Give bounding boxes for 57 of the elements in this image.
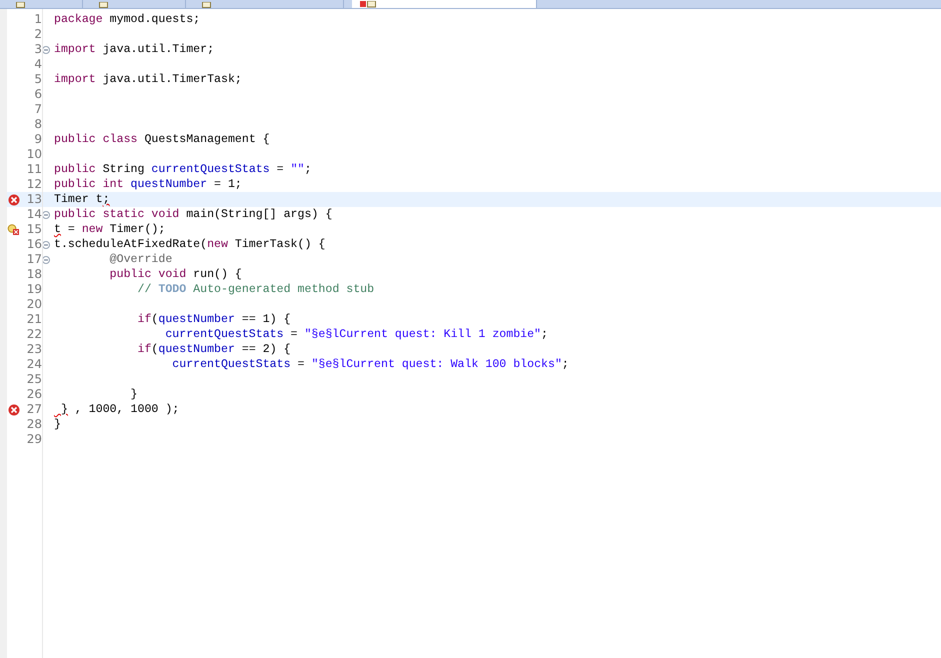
line-number: 24 bbox=[26, 357, 42, 372]
line-number: 21 bbox=[26, 312, 42, 327]
line-number: 1 bbox=[34, 12, 42, 27]
code-line: t.scheduleAtFixedRate(new TimerTask() { bbox=[53, 237, 326, 252]
code-line: t = new Timer(); bbox=[53, 222, 166, 237]
line-number: 7 bbox=[34, 102, 42, 117]
line-number: 2 bbox=[34, 27, 42, 42]
line-number: 12 bbox=[26, 177, 42, 192]
line-number: 22 bbox=[26, 327, 42, 342]
line-number: 16 bbox=[26, 237, 42, 252]
line-number: 3 bbox=[34, 42, 42, 57]
line-number: 4 bbox=[34, 57, 42, 72]
code-line: // TODO Auto-generated method stub bbox=[136, 282, 374, 297]
line-number: 11 bbox=[26, 162, 42, 177]
code-line: currentQuestStats = "§e§lCurrent quest: Kill 1 zombie"; bbox=[164, 327, 548, 342]
error-icon bbox=[8, 404, 20, 416]
code-line: if(questNumber == 2) { bbox=[136, 342, 291, 357]
code-line: Timer t; bbox=[53, 192, 110, 207]
line-number: 6 bbox=[34, 87, 42, 102]
editor-tab[interactable] bbox=[352, 0, 537, 8]
code-line: import java.util.Timer; bbox=[53, 42, 214, 57]
line-number: 15 bbox=[26, 222, 42, 237]
line-number: 28 bbox=[26, 417, 42, 432]
line-number: 5 bbox=[34, 72, 42, 87]
line-number: 13 bbox=[26, 192, 42, 207]
code-line: if(questNumber == 1) { bbox=[136, 312, 291, 327]
line-number: 10 bbox=[26, 147, 42, 162]
line-number: 14 bbox=[26, 207, 42, 222]
code-line: public int questNumber = 1; bbox=[53, 177, 242, 192]
line-number: 26 bbox=[26, 387, 42, 402]
code-line: } , 1000, 1000 ); bbox=[60, 402, 180, 417]
line-number: 18 bbox=[26, 267, 42, 282]
code-line: public String currentQuestStats = ""; bbox=[53, 162, 312, 177]
line-number: 8 bbox=[34, 117, 42, 132]
file-icon bbox=[202, 2, 211, 8]
code-line: package mymod.quests; bbox=[53, 12, 200, 27]
code-line: import java.util.TimerTask; bbox=[53, 72, 242, 87]
line-number: 29 bbox=[26, 432, 42, 447]
code-line: public class QuestsManagement { bbox=[53, 132, 270, 147]
line-number: 19 bbox=[26, 282, 42, 297]
line-number: 27 bbox=[26, 402, 42, 417]
code-line: } bbox=[130, 387, 138, 402]
file-icon bbox=[16, 2, 25, 8]
line-number: 9 bbox=[34, 132, 42, 147]
code-line: currentQuestStats = "§e§lCurrent quest: Walk 100 blocks"; bbox=[171, 357, 569, 372]
error-file-icon bbox=[360, 1, 376, 8]
lightbulb-error-icon bbox=[7, 224, 20, 236]
line-number: 23 bbox=[26, 342, 42, 357]
code-line: } bbox=[53, 417, 61, 432]
code-line: public void run() { bbox=[108, 267, 242, 282]
line-number: 20 bbox=[26, 297, 42, 312]
code-line: @Override bbox=[108, 252, 172, 267]
error-icon bbox=[8, 194, 20, 206]
line-number: 25 bbox=[26, 372, 42, 387]
code-line: public static void main(String[] args) { bbox=[53, 207, 332, 222]
file-icon bbox=[99, 2, 108, 8]
line-number: 17 bbox=[26, 252, 42, 267]
